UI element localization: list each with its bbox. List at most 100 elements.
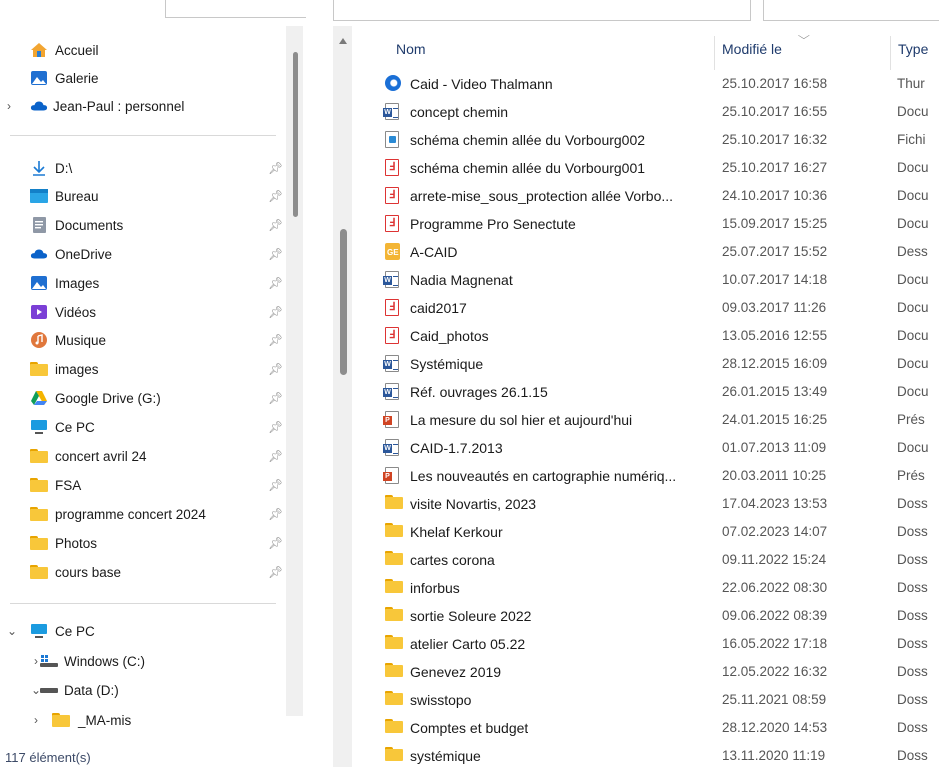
navigation-scrollbar-thumb[interactable] [293, 52, 298, 217]
pin-icon[interactable]: 📌︎ [268, 305, 283, 319]
nav-item-label: Jean-Paul : personnel [53, 98, 185, 114]
nav-item-cours-base[interactable]: cours base 📌︎ [0, 558, 290, 586]
file-name: A-CAID [410, 244, 458, 260]
file-name: arrete-mise_sous_protection allée Vorbo.… [410, 188, 674, 204]
nav-item-onedrive[interactable]: OneDrive 📌︎ [0, 240, 290, 268]
pin-icon[interactable]: 📌︎ [268, 161, 283, 175]
nav-item-galerie[interactable]: Galerie [0, 64, 290, 92]
chevron-down-icon[interactable]: ⌄ [6, 624, 18, 638]
nav-item-d-drive[interactable]: D:\ 📌︎ [0, 154, 290, 182]
file-row[interactable]: Ⅎ schéma chemin allée du Vorbourg001 25.… [352, 154, 939, 182]
folder-row[interactable]: sortie Soleure 2022 09.06.2022 08:39 Dos… [352, 602, 939, 630]
file-name: systémique [410, 748, 481, 764]
nav-item-ce-pc[interactable]: Ce PC 📌︎ [0, 413, 290, 441]
file-row[interactable]: W concept chemin 25.10.2017 16:55 Docu [352, 98, 939, 126]
pin-icon[interactable]: 📌︎ [268, 362, 283, 376]
file-row[interactable]: P La mesure du sol hier et aujourd'hui 2… [352, 406, 939, 434]
pin-icon[interactable]: 📌︎ [268, 449, 283, 463]
pin-icon[interactable]: 📌︎ [268, 333, 283, 347]
pin-icon[interactable]: 📌︎ [268, 507, 283, 521]
pin-icon[interactable]: 📌︎ [268, 391, 283, 405]
nav-item-windows-c[interactable]: › Windows (C:) [0, 647, 290, 675]
nav-item-label: D:\ [55, 160, 73, 176]
nav-item-label: OneDrive [55, 246, 113, 262]
nav-item-fsa[interactable]: FSA 📌︎ [0, 471, 290, 499]
file-date: 13.11.2020 11:19 [722, 748, 826, 763]
nav-item-bureau[interactable]: Bureau 📌︎ [0, 182, 290, 210]
file-name: Réf. ouvrages 26.1.15 [410, 384, 548, 400]
file-type: Doss [897, 580, 928, 595]
folder-row[interactable]: Khelaf Kerkour 07.02.2023 14:07 Doss [352, 518, 939, 546]
column-divider[interactable] [890, 36, 891, 70]
file-row[interactable]: W CAID-1.7.2013 01.07.2013 11:09 Docu [352, 434, 939, 462]
nav-item-images-folder[interactable]: images 📌︎ [0, 355, 290, 383]
file-date: 22.06.2022 08:30 [722, 580, 828, 595]
file-row[interactable]: Ⅎ arrete-mise_sous_protection allée Vorb… [352, 182, 939, 210]
column-divider[interactable] [714, 36, 715, 70]
folder-row[interactable]: inforbus 22.06.2022 08:30 Doss [352, 574, 939, 602]
chevron-right-icon[interactable]: › [30, 713, 42, 727]
nav-item-jean-paul-personnel[interactable]: › Jean-Paul : personnel [0, 92, 290, 120]
pin-icon[interactable]: 📌︎ [268, 218, 283, 232]
pin-icon[interactable]: 📌︎ [268, 189, 283, 203]
nav-item-accueil[interactable]: Accueil [0, 36, 290, 64]
folder-row[interactable]: Comptes et budget 28.12.2020 14:53 Doss [352, 714, 939, 742]
nav-item-this-pc[interactable]: ⌄ Ce PC [0, 617, 290, 645]
folder-row[interactable]: systémique 13.11.2020 11:19 Doss [352, 742, 939, 767]
pdf-icon: Ⅎ [385, 299, 402, 317]
file-name: Caid - Video Thalmann [410, 76, 553, 92]
column-type[interactable]: Type [898, 41, 928, 57]
file-row[interactable]: W Systémique 28.12.2015 16:09 Docu [352, 350, 939, 378]
folder-row[interactable]: atelier Carto 05.22 16.05.2022 17:18 Dos… [352, 630, 939, 658]
file-row[interactable]: P Les nouveautés en cartographie numériq… [352, 462, 939, 490]
chevron-right-icon[interactable]: › [3, 99, 15, 113]
nav-item-images[interactable]: Images 📌︎ [0, 269, 290, 297]
folder-row[interactable]: visite Novartis, 2023 17.04.2023 13:53 D… [352, 490, 939, 518]
file-list-scrollbar-thumb[interactable] [340, 229, 347, 375]
nav-item-musique[interactable]: Musique 📌︎ [0, 326, 290, 354]
nav-item-label: Documents [55, 217, 124, 233]
pdf-icon: Ⅎ [385, 187, 402, 205]
scroll-up-arrow-icon[interactable] [339, 38, 347, 44]
word-doc-icon: W [383, 355, 402, 373]
file-type: Doss [897, 524, 928, 539]
folder-row[interactable]: swisstopo 25.11.2021 08:59 Doss [352, 686, 939, 714]
pin-icon[interactable]: 📌︎ [268, 247, 283, 261]
column-name[interactable]: Nom [396, 41, 426, 57]
nav-item-google-drive[interactable]: Google Drive (G:) 📌︎ [0, 384, 290, 412]
folder-icon [52, 712, 70, 728]
pin-icon[interactable]: 📌︎ [268, 565, 283, 579]
nav-item-programme-concert-2024[interactable]: programme concert 2024 📌︎ [0, 500, 290, 528]
nav-item-data-d[interactable]: ⌄ Data (D:) [0, 676, 290, 704]
file-date: 12.05.2022 16:32 [722, 664, 828, 679]
file-row[interactable]: W Nadia Magnenat 10.07.2017 14:18 Docu [352, 266, 939, 294]
nav-item-photos[interactable]: Photos 📌︎ [0, 529, 290, 557]
file-row[interactable]: Ⅎ caid2017 09.03.2017 11:26 Docu [352, 294, 939, 322]
file-list-scrollbar[interactable] [333, 26, 352, 767]
pin-icon[interactable]: 📌︎ [268, 420, 283, 434]
nav-item-label: Bureau [55, 188, 99, 204]
folder-row[interactable]: Genevez 2019 12.05.2022 16:32 Doss [352, 658, 939, 686]
address-bar[interactable] [333, 0, 751, 21]
file-row[interactable]: Caid - Video Thalmann 25.10.2017 16:58 T… [352, 70, 939, 98]
powerpoint-icon: P [383, 411, 402, 429]
search-box[interactable] [763, 0, 939, 21]
folder-row[interactable]: cartes corona 09.11.2022 15:24 Doss [352, 546, 939, 574]
pdf-icon: Ⅎ [385, 327, 402, 345]
toolbar-strip [0, 0, 939, 26]
pin-icon[interactable]: 📌︎ [268, 536, 283, 550]
file-row[interactable]: schéma chemin allée du Vorbourg002 25.10… [352, 126, 939, 154]
file-row[interactable]: GE A-CAID 25.07.2017 15:52 Dess [352, 238, 939, 266]
file-type: Docu [897, 216, 929, 231]
file-row[interactable]: Ⅎ Programme Pro Senectute 15.09.2017 15:… [352, 210, 939, 238]
nav-item-concert-avril-24[interactable]: concert avril 24 📌︎ [0, 442, 290, 470]
nav-item-ma-mis[interactable]: › _MA-mis [0, 706, 290, 734]
file-row[interactable]: Ⅎ Caid_photos 13.05.2016 12:55 Docu [352, 322, 939, 350]
nav-item-documents[interactable]: Documents 📌︎ [0, 211, 290, 239]
nav-item-videos[interactable]: Vidéos 📌︎ [0, 298, 290, 326]
file-type: Dess [897, 244, 928, 259]
column-modified[interactable]: Modifié le [722, 41, 782, 57]
file-row[interactable]: W Réf. ouvrages 26.1.15 26.01.2015 13:49… [352, 378, 939, 406]
pin-icon[interactable]: 📌︎ [268, 478, 283, 492]
pin-icon[interactable]: 📌︎ [268, 276, 283, 290]
